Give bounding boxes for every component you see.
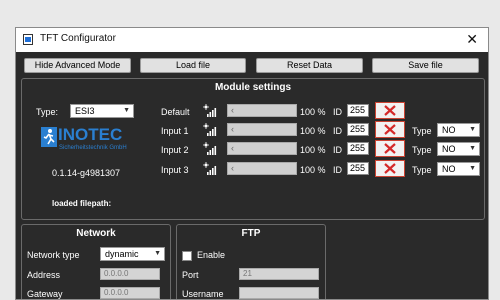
type-label: Type bbox=[412, 145, 432, 155]
brightness-percent: 100 % bbox=[300, 145, 326, 155]
row-label: Input 2 bbox=[161, 145, 189, 155]
module-settings-title: Module settings bbox=[214, 82, 292, 93]
brightness-percent: 100 % bbox=[300, 165, 326, 175]
delete-button[interactable] bbox=[375, 102, 405, 119]
module-type-select[interactable]: ESI3 ▼ bbox=[70, 104, 134, 118]
logo-subtitle: Sicherheitstechnik GmbH bbox=[59, 145, 127, 151]
id-input[interactable]: 255 bbox=[347, 162, 369, 175]
chevron-left-icon: ‹ bbox=[231, 143, 234, 153]
delete-x-icon bbox=[384, 124, 396, 135]
id-input[interactable]: 255 bbox=[347, 104, 369, 117]
chevron-left-icon: ‹ bbox=[231, 163, 234, 173]
window-title: TFT Configurator bbox=[40, 33, 116, 44]
network-type-value: dynamic bbox=[105, 249, 139, 259]
gateway-input[interactable]: 0.0.0.0 bbox=[100, 287, 160, 299]
address-input[interactable]: 0.0.0.0 bbox=[100, 268, 160, 280]
brightness-percent: 100 % bbox=[300, 126, 326, 136]
brightness-bars-icon bbox=[203, 162, 217, 175]
loaded-filepath-label: loaded filepath: bbox=[52, 199, 112, 208]
port-input[interactable]: 21 bbox=[239, 268, 319, 280]
type-label: Type bbox=[412, 165, 432, 175]
address-label: Address bbox=[27, 270, 61, 280]
id-input[interactable]: 255 bbox=[347, 142, 369, 155]
username-label: Username bbox=[182, 289, 224, 299]
logo-wordmark: INOTEC bbox=[58, 125, 123, 144]
delete-x-icon bbox=[384, 143, 396, 154]
delete-button[interactable] bbox=[375, 121, 405, 138]
save-file-button[interactable]: Save file bbox=[372, 58, 479, 73]
input-type-select[interactable]: NO ▼ bbox=[437, 162, 480, 176]
app-window: TFT Configurator ✕ Hide Advanced Mode Lo… bbox=[15, 27, 489, 300]
brightness-slider[interactable]: ‹ bbox=[227, 142, 297, 155]
port-label: Port bbox=[182, 270, 199, 280]
chevron-down-icon: ▼ bbox=[469, 165, 476, 172]
id-label: ID bbox=[333, 145, 342, 155]
ftp-title: FTP bbox=[241, 228, 261, 239]
type-label: Type bbox=[412, 126, 432, 136]
id-label: ID bbox=[333, 126, 342, 136]
delete-button[interactable] bbox=[375, 140, 405, 157]
close-icon[interactable]: ✕ bbox=[466, 31, 478, 47]
chevron-down-icon: ▼ bbox=[469, 145, 476, 152]
input-type-select[interactable]: NO ▼ bbox=[437, 123, 480, 137]
row-label: Input 1 bbox=[161, 126, 189, 136]
id-input[interactable]: 255 bbox=[347, 123, 369, 136]
ftp-enable-label: Enable bbox=[197, 250, 226, 260]
load-file-button[interactable]: Load file bbox=[140, 58, 246, 73]
chevron-down-icon: ▼ bbox=[469, 126, 476, 133]
chevron-down-icon: ▼ bbox=[154, 250, 161, 257]
brightness-slider[interactable]: ‹ bbox=[227, 104, 297, 117]
chevron-down-icon: ▼ bbox=[123, 107, 130, 114]
ftp-panel: FTP Enable Port 21 Username bbox=[176, 224, 326, 299]
id-label: ID bbox=[333, 165, 342, 175]
reset-data-button[interactable]: Reset Data bbox=[256, 58, 363, 73]
delete-x-icon bbox=[384, 163, 396, 174]
delete-button[interactable] bbox=[375, 160, 405, 177]
network-panel: Network Network type dynamic ▼ Address 0… bbox=[21, 224, 171, 299]
ftp-enable-checkbox[interactable] bbox=[182, 251, 192, 261]
brightness-bars-icon bbox=[203, 104, 217, 117]
delete-x-icon bbox=[384, 105, 396, 116]
network-type-select[interactable]: dynamic ▼ bbox=[100, 247, 165, 261]
input-type-value: NO bbox=[442, 164, 456, 174]
input-type-value: NO bbox=[442, 144, 456, 154]
network-title: Network bbox=[76, 228, 116, 239]
running-man-icon bbox=[41, 127, 57, 147]
module-type-value: ESI3 bbox=[75, 106, 95, 116]
app-window-icon bbox=[23, 34, 33, 45]
network-type-label: Network type bbox=[27, 250, 80, 260]
brightness-bars-icon bbox=[203, 142, 217, 155]
brightness-slider[interactable]: ‹ bbox=[227, 123, 297, 136]
module-type-label: Type: bbox=[36, 107, 59, 117]
hide-advanced-mode-button[interactable]: Hide Advanced Mode bbox=[24, 58, 131, 73]
brightness-percent: 100 % bbox=[300, 107, 326, 117]
firmware-version: 0.1.14-g4981307 bbox=[52, 168, 121, 178]
input-type-select[interactable]: NO ▼ bbox=[437, 142, 480, 156]
row-label: Input 3 bbox=[161, 165, 189, 175]
title-bar: TFT Configurator ✕ bbox=[16, 28, 488, 52]
module-settings-panel: Module settings Type: ESI3 ▼ INOTEC Sich… bbox=[21, 78, 485, 220]
row-label: Default bbox=[161, 107, 190, 117]
chevron-left-icon: ‹ bbox=[231, 105, 234, 115]
chevron-left-icon: ‹ bbox=[231, 124, 234, 134]
username-input[interactable] bbox=[239, 287, 319, 299]
gateway-label: Gateway bbox=[27, 289, 63, 299]
id-label: ID bbox=[333, 107, 342, 117]
input-type-value: NO bbox=[442, 125, 456, 135]
brightness-slider[interactable]: ‹ bbox=[227, 162, 297, 175]
brightness-bars-icon bbox=[203, 123, 217, 136]
